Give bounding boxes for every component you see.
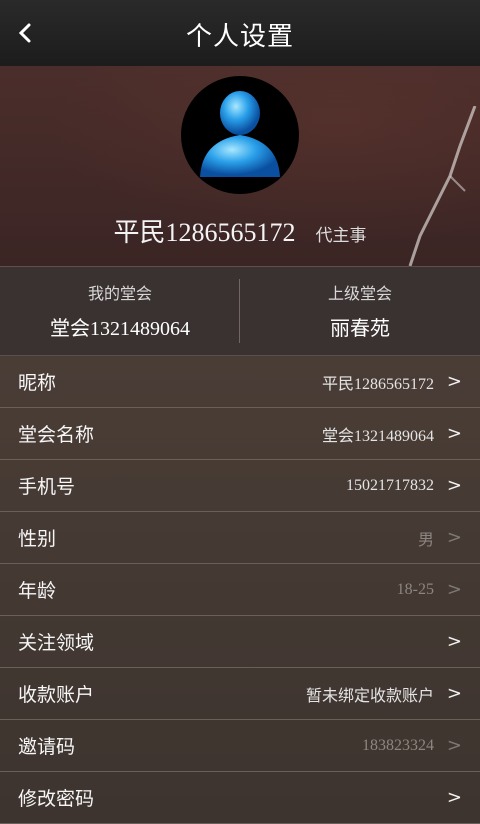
settings-row-nickname[interactable]: 昵称 平民1286565172 > [0, 356, 480, 408]
top-bar: 个人设置 [0, 0, 480, 67]
user-role: 代主事 [315, 226, 367, 246]
row-value: 暂未绑定收款账户 [305, 685, 434, 705]
chevron-right-icon: > [446, 423, 462, 444]
profile-header: 平民1286565172 代主事 [0, 66, 480, 266]
row-label: 邀请码 [18, 736, 76, 758]
my-group-value: 堂会1321489064 [50, 318, 190, 340]
row-label: 关注领域 [18, 632, 95, 654]
row-value: 男 [417, 529, 434, 549]
chevron-right-icon: > [446, 371, 462, 392]
row-label: 修改密码 [18, 788, 95, 810]
row-label: 昵称 [18, 372, 57, 394]
settings-row-interests[interactable]: 关注领域 > [0, 616, 480, 668]
my-group-label: 我的堂会 [87, 284, 152, 303]
chevron-right-icon: > [446, 475, 462, 496]
row-value: 15021717832 [346, 476, 434, 494]
parent-group[interactable]: 上级堂会 丽春苑 [240, 267, 480, 355]
chevron-right-icon: > [446, 683, 462, 704]
parent-group-value: 丽春苑 [330, 318, 390, 340]
chevron-right-icon: > [446, 579, 462, 600]
row-label: 性别 [18, 528, 57, 550]
chevron-right-icon: > [446, 631, 462, 652]
settings-row-invite-code[interactable]: 邀请码 183823324 > [0, 720, 480, 772]
avatar[interactable] [181, 76, 299, 194]
row-label: 年龄 [18, 580, 57, 602]
chevron-right-icon: > [446, 787, 462, 808]
row-value: 18-25 [396, 580, 434, 598]
settings-row-payment-account[interactable]: 收款账户 暂未绑定收款账户 > [0, 668, 480, 720]
row-value: 堂会1321489064 [321, 427, 434, 445]
person-icon [200, 91, 280, 177]
settings-row-group-name[interactable]: 堂会名称 堂会1321489064 > [0, 408, 480, 460]
settings-row-change-password[interactable]: 修改密码 > [0, 772, 480, 824]
my-group[interactable]: 我的堂会 堂会1321489064 [0, 267, 240, 355]
chevron-right-icon: > [446, 527, 462, 548]
settings-row-gender[interactable]: 性别 男 > [0, 512, 480, 564]
page-title: 个人设置 [185, 22, 294, 52]
settings-list: 昵称 平民1286565172 > 堂会名称 堂会1321489064 > 手机… [0, 356, 480, 824]
settings-row-phone[interactable]: 手机号 15021717832 > [0, 460, 480, 512]
settings-row-age[interactable]: 年龄 18-25 > [0, 564, 480, 616]
chevron-right-icon: > [446, 735, 462, 756]
row-label: 收款账户 [18, 684, 95, 706]
row-value: 183823324 [362, 736, 434, 754]
group-info: 我的堂会 堂会1321489064 上级堂会 丽春苑 [0, 266, 480, 356]
user-name-line: 平民1286565172 代主事 [0, 212, 480, 249]
user-name: 平民1286565172 [113, 218, 296, 247]
parent-group-label: 上级堂会 [327, 284, 392, 303]
row-label: 手机号 [18, 476, 76, 498]
row-value: 平民1286565172 [321, 375, 434, 393]
row-label: 堂会名称 [18, 424, 95, 446]
